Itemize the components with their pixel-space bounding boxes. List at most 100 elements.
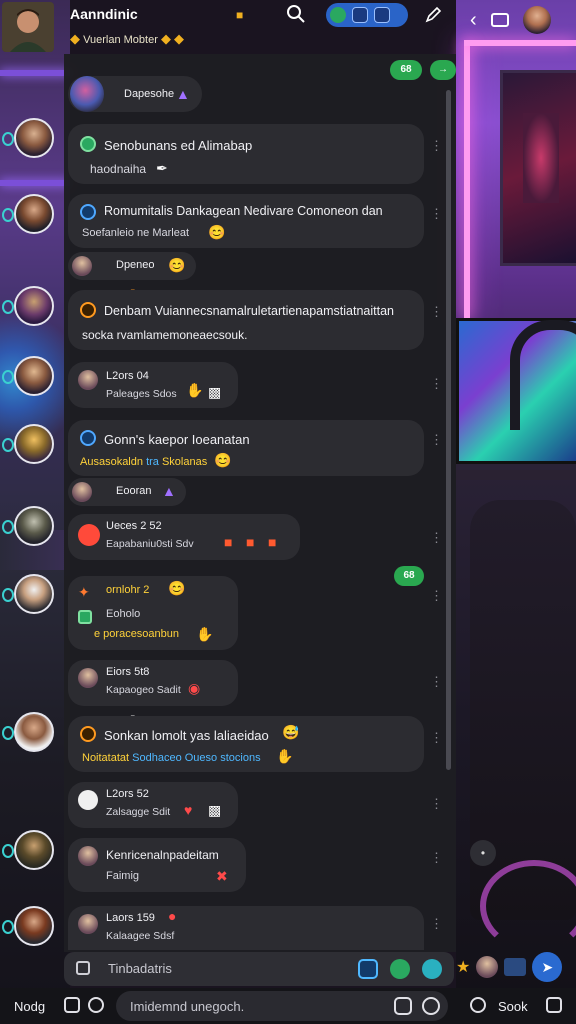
more-options-icon[interactable]: ⋮ bbox=[430, 850, 443, 866]
hand-icon: ✋ bbox=[276, 748, 294, 764]
message-bubble[interactable]: Denbam Vuiannecsnamalruletartienapamstia… bbox=[68, 290, 424, 350]
settings-icon[interactable] bbox=[470, 997, 486, 1013]
top-bar: Aanndinic ■ ◆ Vuerlan Mobter ◆ ◆ ‹ bbox=[0, 0, 576, 54]
gif-icon[interactable] bbox=[390, 959, 410, 979]
more-options-icon[interactable]: ⋮ bbox=[430, 730, 443, 746]
message-bubble[interactable]: ✦ ornlohr 2 😊 Eoholo e poracesoanbun ✋ bbox=[68, 576, 238, 650]
message-subtext: haodnaiha bbox=[90, 162, 147, 176]
scroll-to-bottom-button[interactable]: • bbox=[470, 840, 496, 866]
more-options-icon[interactable]: ⋮ bbox=[430, 138, 443, 154]
sticker-icon[interactable] bbox=[394, 997, 412, 1015]
message-bubble[interactable]: Laors 159 ● Kalaagee Sdsf bbox=[68, 906, 424, 950]
header-action-group bbox=[326, 3, 408, 27]
more-options-icon[interactable]: ⋮ bbox=[430, 206, 443, 222]
neon-tube bbox=[464, 40, 470, 320]
member-avatar[interactable] bbox=[0, 712, 60, 760]
member-avatar[interactable] bbox=[0, 506, 60, 554]
bottom-input[interactable]: Imidemnd unegoch. bbox=[116, 991, 448, 1021]
crystal-icon: ▲ bbox=[162, 483, 176, 499]
member-avatar[interactable] bbox=[0, 830, 60, 878]
message-bubble[interactable]: Senobunans ed Alimabap haodnaiha ✒ bbox=[68, 124, 424, 184]
contact-avatar[interactable] bbox=[522, 6, 551, 34]
message-subtext: Paleages Sdos bbox=[106, 388, 177, 400]
emoji-picker-icon[interactable] bbox=[422, 959, 442, 979]
message-label: Dapesohe bbox=[124, 88, 175, 100]
right-side-controls: ★ ➤ bbox=[456, 952, 576, 982]
more-options-icon[interactable]: ⋮ bbox=[430, 796, 443, 812]
alert-icon bbox=[80, 726, 96, 742]
sticker-icon[interactable] bbox=[358, 959, 378, 979]
share-button[interactable]: ➤ bbox=[532, 952, 563, 982]
message-subtext: e poracesoanbun bbox=[94, 628, 180, 640]
info-icon bbox=[80, 204, 96, 220]
message-bubble[interactable]: L2ors 04 Paleages Sdos ✋ ▩ bbox=[68, 362, 238, 408]
unread-badge[interactable]: 68 bbox=[394, 566, 424, 586]
more-options-icon[interactable]: ⋮ bbox=[430, 674, 443, 690]
wall-poster bbox=[500, 70, 576, 266]
more-options-icon[interactable]: ⋮ bbox=[430, 530, 443, 546]
message-composer[interactable]: Tinbadatris bbox=[64, 952, 454, 986]
message-bubble[interactable]: Gonn's kaepor Ioeanatan Ausasokaldn tra … bbox=[68, 420, 424, 476]
fire-icon: ■ bbox=[224, 534, 233, 550]
member-avatar[interactable] bbox=[0, 286, 60, 334]
window-icon[interactable] bbox=[352, 7, 368, 23]
forward-icon[interactable]: → bbox=[430, 60, 456, 80]
message-bubble[interactable]: Sonkan lomolt yas laliaeidao 😅 Noitatata… bbox=[68, 716, 424, 772]
avatar bbox=[78, 914, 98, 934]
bottom-bar: Nodg Imidemnd unegoch. Sook bbox=[0, 988, 576, 1024]
message-bubble[interactable]: Ueces 2 52 Eapabaniu0sti Sdv ■ ■ ■ bbox=[68, 514, 300, 560]
member-avatar[interactable] bbox=[0, 574, 60, 622]
camera-icon[interactable] bbox=[490, 13, 509, 27]
sparkle-icon: ✦ bbox=[78, 584, 90, 600]
more-options-icon[interactable]: ⋮ bbox=[430, 588, 443, 604]
composer-placeholder[interactable]: Tinbadatris bbox=[108, 961, 172, 976]
message-text: Ueces 2 52 bbox=[106, 520, 162, 532]
ring-icon bbox=[2, 300, 14, 314]
message-bubble[interactable]: Romumitalis Dankagean Nedivare Comoneon … bbox=[68, 194, 424, 248]
message-bubble[interactable]: Kenricenalnpadeitam Faimig ✖ bbox=[68, 838, 246, 892]
copy-icon[interactable] bbox=[64, 997, 80, 1013]
skull-icon bbox=[78, 790, 98, 810]
media-icon[interactable] bbox=[374, 7, 390, 23]
back-icon[interactable]: ‹ bbox=[470, 9, 477, 32]
more-options-icon[interactable]: ⋮ bbox=[430, 304, 443, 320]
gallery-icon[interactable] bbox=[504, 958, 527, 976]
emoji-icon: ● bbox=[168, 908, 177, 924]
reaction-pill[interactable]: Eooran ▲ bbox=[68, 478, 186, 506]
card-icon: ▩ bbox=[208, 802, 222, 818]
message-bubble[interactable]: L2ors 52 Zalsagge Sdit ♥ ▩ bbox=[68, 782, 238, 828]
member-avatar[interactable] bbox=[0, 906, 60, 954]
chat-icon[interactable] bbox=[88, 997, 104, 1013]
unread-badge[interactable]: 68 bbox=[390, 60, 422, 80]
avatar bbox=[78, 846, 98, 866]
scrollbar[interactable] bbox=[446, 90, 451, 770]
alert-icon bbox=[80, 302, 96, 318]
message-bubble[interactable]: Eiors 5t8 Kapaogeo Sadit ◉ bbox=[68, 660, 238, 706]
more-options-icon[interactable]: ⋮ bbox=[430, 432, 443, 448]
bottom-left-label[interactable]: Nodg bbox=[14, 999, 45, 1014]
avatar-image bbox=[14, 118, 54, 158]
more-options-icon[interactable]: ⋮ bbox=[430, 376, 443, 392]
attachment-icon[interactable] bbox=[76, 961, 90, 975]
reaction-pill[interactable]: Dpeneo 😊 bbox=[68, 252, 196, 280]
star-icon[interactable]: ★ bbox=[456, 957, 470, 977]
neon-shelf bbox=[0, 70, 70, 76]
contact-avatar[interactable] bbox=[476, 956, 499, 978]
more-options-icon[interactable]: ⋮ bbox=[430, 916, 443, 932]
message-bubble[interactable]: Dapesohe ▲ bbox=[68, 76, 202, 112]
heart-icon: ♥ bbox=[184, 802, 193, 818]
member-avatar[interactable] bbox=[0, 356, 60, 404]
search-icon[interactable] bbox=[286, 4, 308, 26]
avatar-image bbox=[14, 830, 54, 870]
lock-icon[interactable] bbox=[422, 997, 440, 1015]
member-avatar[interactable] bbox=[0, 424, 60, 472]
info-icon bbox=[80, 430, 96, 446]
bottom-input-placeholder[interactable]: Imidemnd unegoch. bbox=[130, 999, 244, 1014]
edit-icon[interactable] bbox=[424, 6, 442, 24]
document-icon[interactable] bbox=[546, 997, 562, 1013]
bottom-right-label[interactable]: Sook bbox=[498, 999, 528, 1014]
member-avatar[interactable] bbox=[0, 118, 60, 166]
clover-icon[interactable] bbox=[330, 7, 346, 23]
profile-avatar[interactable] bbox=[2, 2, 54, 52]
member-avatar[interactable] bbox=[0, 194, 60, 242]
